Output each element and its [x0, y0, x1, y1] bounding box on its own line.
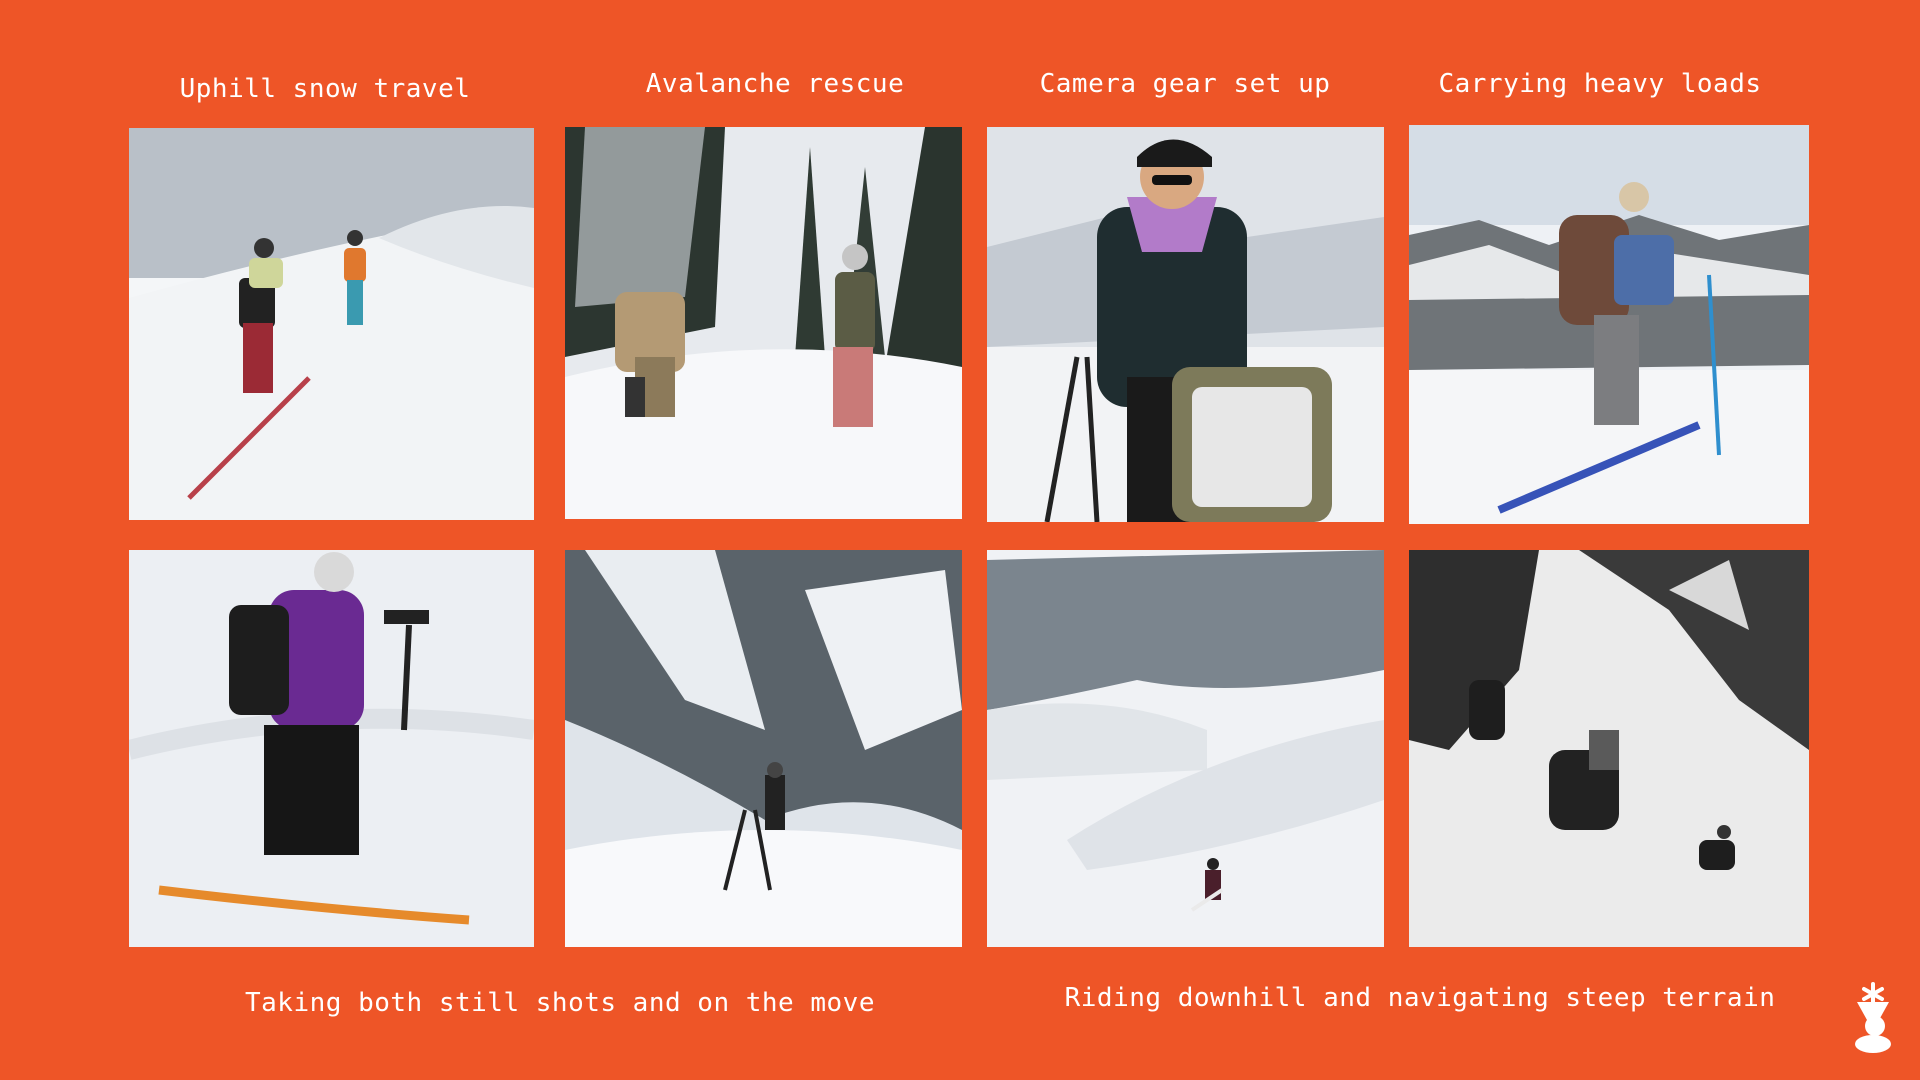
photo-steep-couloir-bw — [1409, 550, 1809, 947]
photo-uphill-skiers — [129, 128, 534, 520]
photo-camera-gear — [987, 127, 1384, 522]
photo-avalanche-rescue — [565, 127, 962, 519]
caption-uphill-snow-travel: Uphill snow travel — [179, 74, 471, 104]
photo-carrying-heavy-loads — [1409, 125, 1809, 524]
snowflake-figure-logo-icon — [1849, 982, 1897, 1054]
photo-tripod-on-slope — [565, 550, 962, 947]
caption-riding-downhill: Riding downhill and navigating steep ter… — [1064, 983, 1776, 1013]
caption-carrying-heavy-loads: Carrying heavy loads — [1438, 69, 1762, 99]
caption-camera-gear-set-up: Camera gear set up — [1039, 69, 1331, 99]
photo-snowboarder-descending — [987, 550, 1384, 947]
photo-snowboarder-filming — [129, 550, 534, 947]
caption-still-shots-and-on-the-move: Taking both still shots and on the move — [245, 988, 875, 1018]
caption-avalanche-rescue: Avalanche rescue — [645, 69, 905, 99]
